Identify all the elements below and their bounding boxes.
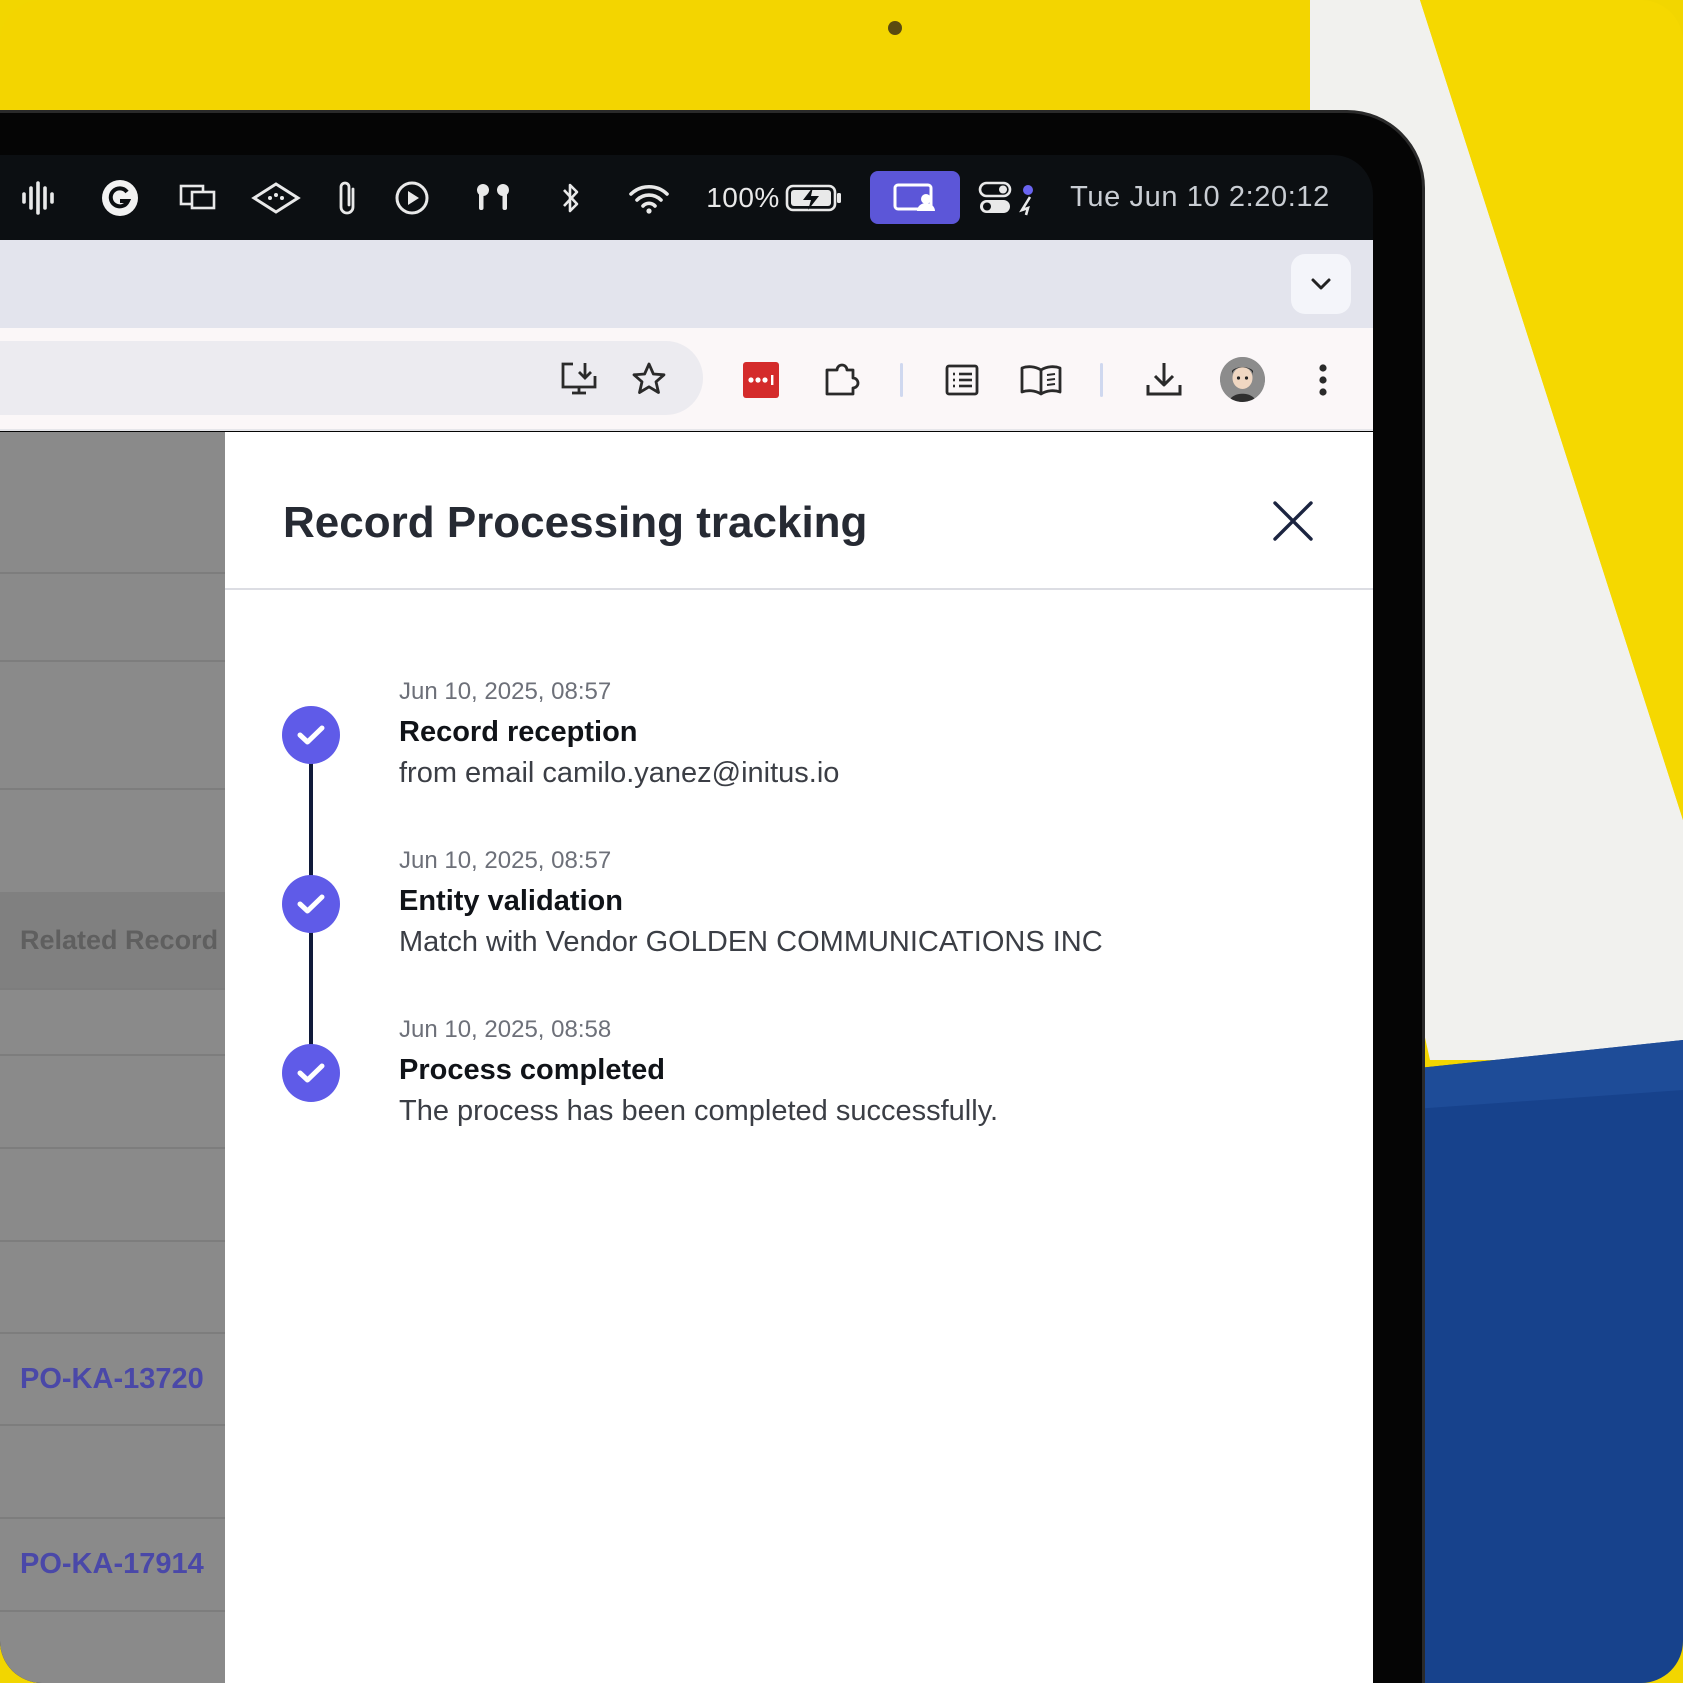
step-title: Entity validation <box>399 885 623 917</box>
chevron-down-icon <box>1311 278 1331 290</box>
tab-search-button[interactable] <box>1291 254 1351 314</box>
play-circle-icon[interactable] <box>392 155 432 240</box>
close-icon <box>1273 501 1313 541</box>
step-description: The process has been completed successfu… <box>399 1095 999 1127</box>
step-title: Record reception <box>399 716 638 748</box>
reading-list-icon[interactable] <box>942 360 982 400</box>
screens-icon[interactable] <box>176 155 220 240</box>
table-row-divider <box>0 988 225 990</box>
table-row-divider <box>0 1517 225 1519</box>
browser-toolbar <box>0 328 1373 431</box>
table-row-divider <box>0 1610 225 1612</box>
step-timestamp: Jun 10, 2025, 08:57 <box>399 847 612 874</box>
table-row-divider <box>0 1240 225 1242</box>
step-description: from email camilo.yanez@initus.io <box>399 757 840 789</box>
timeline-step: Jun 10, 2025, 08:57 Entity validation Ma… <box>225 847 1373 1007</box>
check-circle-icon <box>282 875 340 933</box>
extensions-icon[interactable] <box>822 358 864 400</box>
step-timestamp: Jun 10, 2025, 08:58 <box>399 1016 612 1043</box>
check-circle-icon <box>282 706 340 764</box>
record-link[interactable]: PO-KA-17914 <box>20 1548 204 1581</box>
table-row-divider <box>0 1424 225 1426</box>
drawer-header: Record Processing tracking <box>225 432 1373 590</box>
table-row-divider <box>0 660 225 662</box>
macos-menubar: 100% Tue Jun 10 2:20:12 <box>0 155 1373 240</box>
close-button[interactable] <box>1268 496 1318 546</box>
wifi-icon[interactable] <box>626 155 672 240</box>
toolbar-separator <box>1100 363 1103 397</box>
related-record-column-header: Related Record <box>20 925 219 955</box>
bookmark-star-icon[interactable] <box>628 358 670 400</box>
audio-waveform-icon[interactable] <box>18 155 58 240</box>
profile-avatar[interactable] <box>1220 357 1265 402</box>
download-icon[interactable] <box>1142 358 1186 400</box>
table-row-divider <box>0 1332 225 1334</box>
table-row-divider <box>0 1054 225 1056</box>
record-tracking-drawer: Record Processing tracking Jun 10, 2025,… <box>225 432 1373 1683</box>
browser-tab-strip <box>0 240 1373 328</box>
step-timestamp: Jun 10, 2025, 08:57 <box>399 678 612 705</box>
web-page: Related Record PO-KA-13720 PO-KA-17914 R… <box>0 432 1373 1683</box>
drawer-title: Record Processing tracking <box>283 498 868 547</box>
table-row-divider <box>0 1147 225 1149</box>
reader-mode-icon[interactable] <box>1018 360 1064 400</box>
battery-charging-icon[interactable] <box>784 155 844 240</box>
timeline-step: Jun 10, 2025, 08:58 Process completed Th… <box>225 1016 1373 1176</box>
airpods-icon[interactable] <box>470 155 516 240</box>
timeline-step: Jun 10, 2025, 08:57 Record reception fro… <box>225 678 1373 838</box>
menubar-clock[interactable]: Tue Jun 10 2:20:12 <box>1062 155 1338 240</box>
screen-share-icon[interactable] <box>870 171 960 224</box>
paperclip-icon[interactable] <box>332 155 362 240</box>
bluetooth-icon[interactable] <box>556 155 586 240</box>
table-row-divider <box>0 572 225 574</box>
toolbar-separator <box>900 363 903 397</box>
stream-deck-icon[interactable] <box>250 155 302 240</box>
control-center-icon[interactable] <box>978 155 1036 240</box>
password-manager-icon[interactable] <box>743 362 779 398</box>
step-title: Process completed <box>399 1054 665 1086</box>
step-description: Match with Vendor GOLDEN COMMUNICATIONS … <box>399 926 1103 958</box>
more-vert-icon[interactable] <box>1306 360 1340 400</box>
background-wallpaper: 100% Tue Jun 10 2:20:12 Related Record P… <box>0 0 1683 1683</box>
grammarly-icon[interactable] <box>98 155 142 240</box>
table-row-divider <box>0 788 225 790</box>
install-app-icon[interactable] <box>558 358 600 400</box>
modal-overlay-background[interactable]: Related Record PO-KA-13720 PO-KA-17914 <box>0 432 225 1683</box>
battery-percent[interactable]: 100% <box>706 155 779 240</box>
check-circle-icon <box>282 1044 340 1102</box>
record-link[interactable]: PO-KA-13720 <box>20 1363 204 1396</box>
